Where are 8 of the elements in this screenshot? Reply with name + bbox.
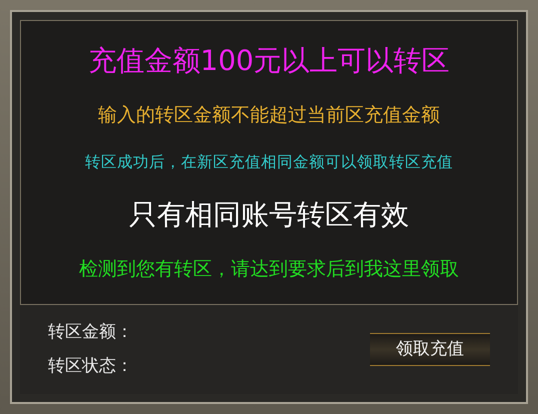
notice-text: 输入的转区金额不能超过当前区充值金额 [98,104,440,127]
notice-text: 转区成功后，在新区充值相同金额可以领取转区充值 [85,153,453,172]
notice-text: 充值金额100元以上可以转区 [88,44,450,78]
field-label: 转区金额： [48,321,133,344]
field-label: 转区状态： [48,354,133,378]
notice-text: 检测到您有转区，请达到要求后到我这里领取 [79,258,459,281]
notice-text: 只有相同账号转区有效 [129,198,409,232]
claim-button[interactable]: 领取充值 [370,332,490,366]
